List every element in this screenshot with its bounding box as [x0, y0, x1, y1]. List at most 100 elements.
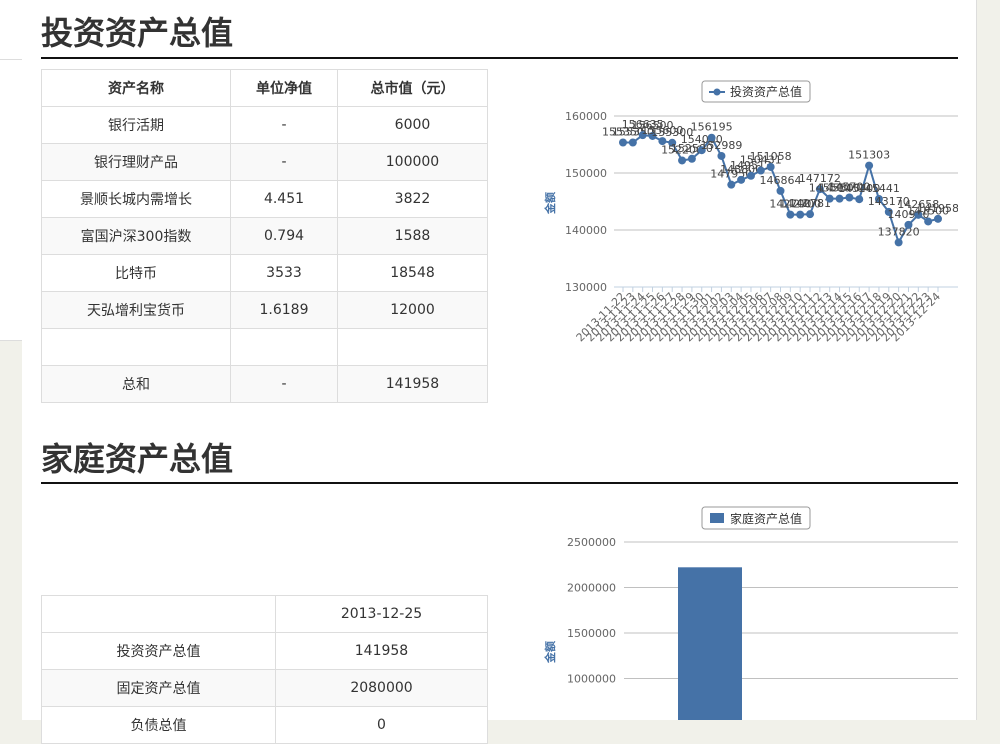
data-label: 151058: [750, 150, 792, 163]
bar[interactable]: [678, 567, 742, 720]
market-value-cell: 3822: [337, 180, 488, 218]
data-point[interactable]: [746, 171, 755, 180]
asset-name-cell: 天弘增利宝货币: [41, 291, 231, 329]
unit-nav-cell: 0.794: [230, 217, 338, 255]
data-point[interactable]: [894, 238, 903, 247]
y-axis-label: 金额: [543, 192, 557, 215]
content-panel: 投资资产总值 资产名称 单位净值 总市值（元） 银行活期 -6000 银行理财产品 -…: [22, 0, 977, 744]
legend-marker: [713, 88, 721, 96]
unit-nav-cell: 3533: [230, 254, 338, 292]
column-header-asset-name: 资产名称: [41, 69, 231, 107]
data-point[interactable]: [835, 194, 844, 203]
data-point[interactable]: [796, 210, 805, 219]
data-label: 156195: [691, 121, 733, 134]
data-point[interactable]: [934, 214, 942, 223]
column-header-unit-nav: 单位净值: [230, 69, 338, 107]
legend[interactable]: 家庭资产总值: [701, 506, 811, 530]
y-tick-label: 2000000: [567, 582, 616, 595]
legend-label: 家庭资产总值: [730, 511, 802, 526]
legend-label: 投资资产总值: [730, 84, 802, 99]
y-tick-label: 160000: [565, 110, 607, 123]
sidebar-edge: [0, 0, 23, 341]
data-point[interactable]: [678, 156, 687, 165]
data-label: 152989: [700, 139, 742, 152]
item-label-cell: 负债总值: [41, 706, 276, 744]
data-label: 145441: [858, 182, 900, 195]
unit-nav-cell: 4.451: [230, 180, 338, 218]
data-point[interactable]: [717, 151, 726, 160]
sidebar-divider: [0, 59, 22, 60]
y-tick-label: 1500000: [567, 627, 616, 640]
family-bar-chart: 家庭资产总值5000001000000150000020000002500000…: [543, 506, 958, 720]
table-row: 总和 -141958: [41, 365, 488, 403]
table-row: 负债总值 0: [41, 706, 488, 744]
asset-name-cell: 比特币: [41, 254, 231, 292]
item-value-cell: 2080000: [275, 669, 488, 707]
market-value-cell: 1588: [337, 217, 488, 255]
data-point[interactable]: [865, 161, 874, 170]
data-point[interactable]: [825, 194, 834, 203]
legend-marker: [710, 513, 724, 523]
data-point[interactable]: [766, 162, 775, 171]
asset-name-cell: 富国沪深300指数: [41, 217, 231, 255]
family-section-title: 家庭资产总值: [41, 440, 234, 478]
y-axis-label: 金额: [543, 641, 557, 664]
unit-nav-cell: -: [230, 143, 338, 181]
invest-table: 资产名称 单位净值 总市值（元） 银行活期 -6000 银行理财产品 -100000 景…: [41, 69, 488, 403]
column-header-date: 2013-12-25: [275, 595, 488, 633]
data-point[interactable]: [619, 138, 627, 147]
asset-name-cell: 银行活期: [41, 106, 231, 144]
data-point[interactable]: [776, 186, 785, 195]
unit-nav-cell: 1.6189: [230, 291, 338, 329]
column-header-label: [41, 595, 276, 633]
market-value-cell: 18548: [337, 254, 488, 292]
data-label: 141958: [917, 202, 958, 215]
data-point[interactable]: [786, 210, 795, 219]
data-label: 142781: [789, 197, 831, 210]
item-value-cell: 0: [275, 706, 488, 744]
item-label-cell: 投资资产总值: [41, 632, 276, 670]
table-row: 银行活期 -6000: [41, 106, 488, 144]
market-value-cell: 141958: [337, 365, 488, 403]
table-row: 比特币 3533 18548: [41, 254, 488, 292]
unit-nav-cell: -: [230, 106, 338, 144]
table-row: [41, 328, 488, 366]
data-point[interactable]: [687, 154, 696, 163]
y-tick-label: 130000: [565, 281, 607, 294]
market-value-cell: [337, 328, 488, 366]
table-row: 富国沪深300指数 0.794 1588: [41, 217, 488, 255]
item-value-cell: 141958: [275, 632, 488, 670]
table-row: 投资资产总值 141958: [41, 632, 488, 670]
data-point[interactable]: [855, 195, 864, 204]
data-point[interactable]: [924, 217, 933, 226]
table-row: 银行理财产品 -100000: [41, 143, 488, 181]
invest-title-rule: [41, 57, 958, 59]
data-point[interactable]: [628, 138, 637, 147]
data-point[interactable]: [727, 180, 736, 189]
legend[interactable]: 投资资产总值: [701, 80, 811, 103]
invest-section-title: 投资资产总值: [41, 14, 234, 52]
y-tick-label: 150000: [565, 167, 607, 180]
table-header-row: 资产名称 单位净值 总市值（元）: [41, 69, 488, 107]
data-point[interactable]: [737, 175, 746, 184]
market-value-cell: 6000: [337, 106, 488, 144]
y-tick-label: 1000000: [567, 673, 616, 686]
data-point[interactable]: [904, 220, 913, 229]
invest-line-chart: 投资资产总值130000140000150000160000金额2013-11-…: [543, 80, 958, 344]
data-label: 151303: [848, 149, 890, 162]
family-table: 2013-12-25 投资资产总值 141958 固定资产总值 2080000 负债总值…: [41, 595, 488, 744]
table-row: 天弘增利宝货币 1.6189 12000: [41, 291, 488, 329]
data-point[interactable]: [806, 210, 815, 219]
data-label: 146864: [760, 174, 802, 187]
asset-name-cell: 总和: [41, 365, 231, 403]
y-tick-label: 140000: [565, 224, 607, 237]
family-title-rule: [41, 482, 958, 484]
table-header-row: 2013-12-25: [41, 595, 488, 633]
market-value-cell: 100000: [337, 143, 488, 181]
unit-nav-cell: -: [230, 365, 338, 403]
asset-name-cell: 银行理财产品: [41, 143, 231, 181]
item-label-cell: 固定资产总值: [41, 669, 276, 707]
asset-name-cell: [41, 328, 231, 366]
y-tick-label: 2500000: [567, 536, 616, 549]
table-row: 固定资产总值 2080000: [41, 669, 488, 707]
